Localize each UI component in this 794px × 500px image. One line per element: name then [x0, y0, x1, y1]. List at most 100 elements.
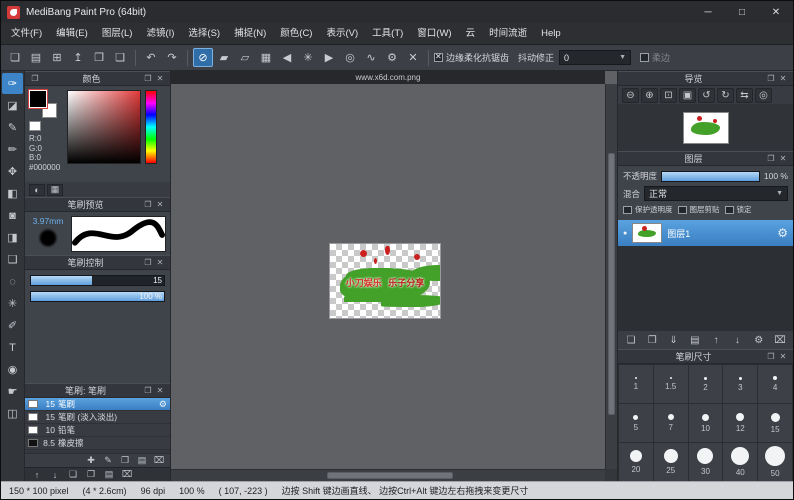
- close-button[interactable]: ✕: [759, 1, 793, 23]
- brush-size-option[interactable]: 7: [654, 404, 688, 442]
- popout-icon[interactable]: ❐: [142, 386, 154, 395]
- dock-scroll-down-icon[interactable]: ↓: [49, 469, 61, 481]
- popout-icon[interactable]: ❐: [142, 74, 154, 83]
- popout-icon[interactable]: ❐: [765, 74, 777, 83]
- move-tool[interactable]: ✥: [2, 161, 23, 182]
- horizontal-scroll-thumb[interactable]: [327, 472, 453, 479]
- document-tab[interactable]: www.x6d.com.png: [171, 71, 605, 84]
- menu-timelapse[interactable]: 时间流逝: [482, 23, 534, 44]
- foreground-color-swatch[interactable]: [29, 90, 47, 108]
- navigator-thumbnail[interactable]: [683, 112, 729, 144]
- soft-edge-checkbox[interactable]: [640, 53, 649, 62]
- layer-settings-gear-icon[interactable]: ⚙: [777, 226, 788, 240]
- brush-size-option[interactable]: 12: [723, 404, 757, 442]
- dock-new-page-icon[interactable]: ❏: [67, 469, 79, 481]
- canvas-horizontal-scrollbar[interactable]: [171, 469, 605, 481]
- stabilizer-dropdown[interactable]: 0 ▼: [559, 50, 631, 65]
- menu-filter[interactable]: 滤镜(I): [139, 23, 181, 44]
- popout-icon[interactable]: ❐: [142, 200, 154, 209]
- brush-folder-icon[interactable]: ▤: [135, 455, 149, 467]
- snap-next-icon[interactable]: ▶: [319, 48, 339, 67]
- menu-select[interactable]: 选择(S): [181, 23, 227, 44]
- menu-window[interactable]: 窗口(W): [410, 23, 458, 44]
- snap-prev-icon[interactable]: ◀: [277, 48, 297, 67]
- export-icon[interactable]: ↥: [68, 48, 88, 67]
- merge-down-icon[interactable]: ⇓: [665, 332, 683, 348]
- menu-file[interactable]: 文件(F): [4, 23, 49, 44]
- lasso-tool[interactable]: ◌: [2, 271, 23, 292]
- popout-icon[interactable]: ❐: [765, 154, 777, 163]
- menu-layer[interactable]: 图层(L): [95, 23, 140, 44]
- vertical-scroll-thumb[interactable]: [608, 153, 615, 415]
- copy-icon[interactable]: ❒: [89, 48, 109, 67]
- flip-horizontal-icon[interactable]: ⇆: [736, 88, 753, 103]
- dock-scroll-up-icon[interactable]: ↑: [31, 469, 43, 481]
- close-icon[interactable]: ✕: [154, 200, 166, 209]
- dock-pages-icon[interactable]: ❐: [85, 469, 97, 481]
- close-icon[interactable]: ✕: [777, 154, 789, 163]
- popout-icon[interactable]: ❐: [142, 258, 154, 267]
- palette-tab[interactable]: ▦: [47, 184, 63, 196]
- dock-folder-icon[interactable]: ▤: [103, 469, 115, 481]
- menu-view[interactable]: 表示(V): [319, 23, 365, 44]
- snap-circle-icon[interactable]: ◎: [340, 48, 360, 67]
- add-layer-icon[interactable]: ❏: [622, 332, 640, 348]
- delete-layer-icon[interactable]: ⌧: [771, 332, 789, 348]
- menu-tools[interactable]: 工具(T): [365, 23, 410, 44]
- duplicate-brush-icon[interactable]: ❐: [118, 455, 132, 467]
- zoom-out-icon[interactable]: ⊖: [622, 88, 639, 103]
- brush-size-option[interactable]: 15: [758, 404, 792, 442]
- brush-list-item[interactable]: 15 笔刷 ⚙: [25, 398, 170, 411]
- layer-row[interactable]: ● 图层1 ⚙: [618, 220, 793, 246]
- minimize-button[interactable]: ─: [691, 1, 725, 23]
- menu-cloud[interactable]: 云: [459, 23, 483, 44]
- popout-icon[interactable]: ❐: [29, 74, 41, 83]
- menu-edit[interactable]: 编辑(E): [49, 23, 95, 44]
- snap-off-icon[interactable]: ⊘: [193, 48, 213, 67]
- fill-tool[interactable]: ◧: [2, 183, 23, 204]
- eraser-tool[interactable]: ◪: [2, 95, 23, 116]
- transparent-color-swatch[interactable]: [29, 121, 41, 131]
- snap-curve-icon[interactable]: ∿: [361, 48, 381, 67]
- move-layer-down-icon[interactable]: ↓: [728, 332, 746, 348]
- snap-crisscross-icon[interactable]: ▱: [235, 48, 255, 67]
- duplicate-layer-icon[interactable]: ❐: [643, 332, 661, 348]
- paste-icon[interactable]: ❑: [110, 48, 130, 67]
- brush-size-option[interactable]: 1: [619, 365, 653, 403]
- layer-settings-icon[interactable]: ⚙: [750, 332, 768, 348]
- protect-alpha-checkbox[interactable]: [623, 206, 632, 214]
- fit-window-icon[interactable]: ⊡: [660, 88, 677, 103]
- brush-size-option[interactable]: 50: [758, 443, 792, 481]
- close-icon[interactable]: ✕: [154, 74, 166, 83]
- add-brush-icon[interactable]: ✚: [84, 455, 98, 467]
- zoom-in-icon[interactable]: ⊕: [641, 88, 658, 103]
- magic-wand-tool[interactable]: ✳: [2, 293, 23, 314]
- pen-tool[interactable]: ✎: [2, 117, 23, 138]
- snap-delete-icon[interactable]: ✕: [403, 48, 423, 67]
- maximize-button[interactable]: □: [725, 1, 759, 23]
- rotate-right-icon[interactable]: ↻: [717, 88, 734, 103]
- close-icon[interactable]: ✕: [777, 352, 789, 361]
- menu-help[interactable]: Help: [534, 23, 568, 44]
- close-icon[interactable]: ✕: [777, 74, 789, 83]
- brush-size-option[interactable]: 10: [689, 404, 723, 442]
- actual-pixels-icon[interactable]: ▣: [679, 88, 696, 103]
- select-pen-tool[interactable]: ✐: [2, 315, 23, 336]
- close-icon[interactable]: ✕: [154, 258, 166, 267]
- undo-icon[interactable]: ↶: [141, 48, 161, 67]
- layer-opacity-slider[interactable]: [661, 171, 760, 182]
- snap-parallel-icon[interactable]: ▰: [214, 48, 234, 67]
- add-folder-icon[interactable]: ▤: [686, 332, 704, 348]
- antialias-checkbox[interactable]: [434, 53, 443, 62]
- gradient-tool[interactable]: ◨: [2, 227, 23, 248]
- move-layer-up-icon[interactable]: ↑: [707, 332, 725, 348]
- brush-tool[interactable]: ✑: [2, 73, 23, 94]
- dock-trash-icon[interactable]: ⌧: [121, 469, 133, 481]
- close-icon[interactable]: ✕: [154, 386, 166, 395]
- canvas-area[interactable]: www.x6d.com.png 小刀娱乐 乐子分享: [171, 71, 617, 481]
- color-wheel-tab[interactable]: ◐: [29, 184, 45, 196]
- popout-icon[interactable]: ❐: [765, 352, 777, 361]
- snap-radial-icon[interactable]: ✳: [298, 48, 318, 67]
- brush-size-option[interactable]: 30: [689, 443, 723, 481]
- menu-color[interactable]: 颜色(C): [273, 23, 319, 44]
